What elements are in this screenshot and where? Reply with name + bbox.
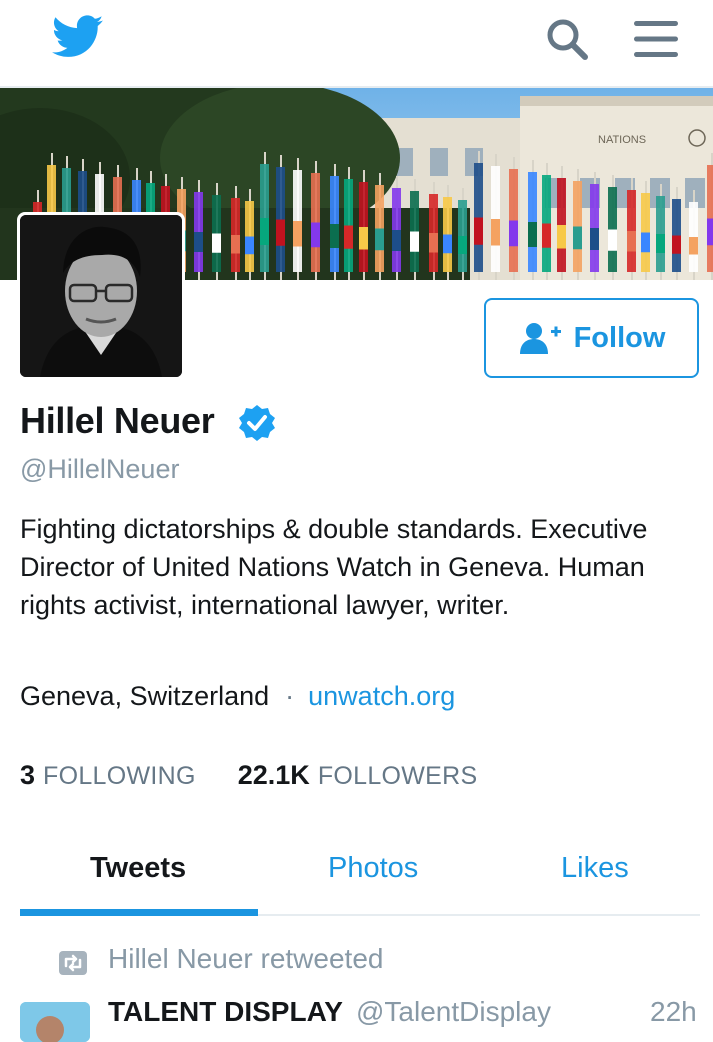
search-icon[interactable] (544, 16, 590, 62)
followers-label: FOLLOWERS (317, 762, 478, 790)
verified-badge-icon (239, 405, 275, 441)
retweet-icon (59, 951, 87, 975)
followers-stat[interactable]: 22.1K FOLLOWERS (237, 760, 478, 790)
follow-button[interactable]: Follow (484, 298, 699, 378)
tweet-author-avatar[interactable] (20, 1002, 90, 1042)
meta-separator: · (285, 681, 295, 711)
tab-likes[interactable]: Likes (561, 852, 629, 885)
hamburger-menu-icon[interactable] (632, 18, 680, 60)
retweet-context-text: Hillel Neuer retweeted (108, 943, 384, 974)
profile-avatar[interactable] (17, 212, 185, 380)
profile-handle: @HillelNeuer (20, 454, 180, 484)
twitter-bird-icon[interactable] (52, 14, 104, 60)
profile-website-link[interactable]: unwatch.org (308, 681, 455, 711)
tab-photos[interactable]: Photos (328, 852, 418, 885)
active-tab-indicator (20, 909, 258, 916)
tab-tweets[interactable]: Tweets (90, 852, 186, 885)
profile-tabs: Tweets Photos Likes (20, 838, 700, 916)
profile-location: Geneva, Switzerland (20, 681, 270, 711)
profile-bio: Fighting dictatorships & double standard… (20, 514, 648, 620)
banner-sign-text: NATIONS (598, 134, 646, 146)
follow-button-label: Follow (573, 321, 666, 354)
profile-stats: 3 FOLLOWING 22.1K FOLLOWERS (20, 760, 477, 791)
tweet-avatar-image (20, 1002, 90, 1042)
profile-name: Hillel Neuer (20, 400, 215, 441)
followers-count: 22.1K (237, 760, 310, 790)
top-bar (0, 0, 713, 88)
following-count: 3 (20, 760, 36, 790)
following-stat[interactable]: 3 FOLLOWING (20, 760, 196, 790)
following-label: FOLLOWING (43, 762, 196, 790)
add-user-icon (519, 323, 561, 354)
profile-meta: Geneva, Switzerland · unwatch.org (20, 681, 455, 712)
avatar-photo (20, 215, 182, 377)
tweet-author-name[interactable]: TALENT DISPLAY (108, 996, 343, 1028)
tweet-author-handle[interactable]: @TalentDisplay (356, 996, 551, 1028)
tweet-timestamp[interactable]: 22h (650, 996, 697, 1028)
